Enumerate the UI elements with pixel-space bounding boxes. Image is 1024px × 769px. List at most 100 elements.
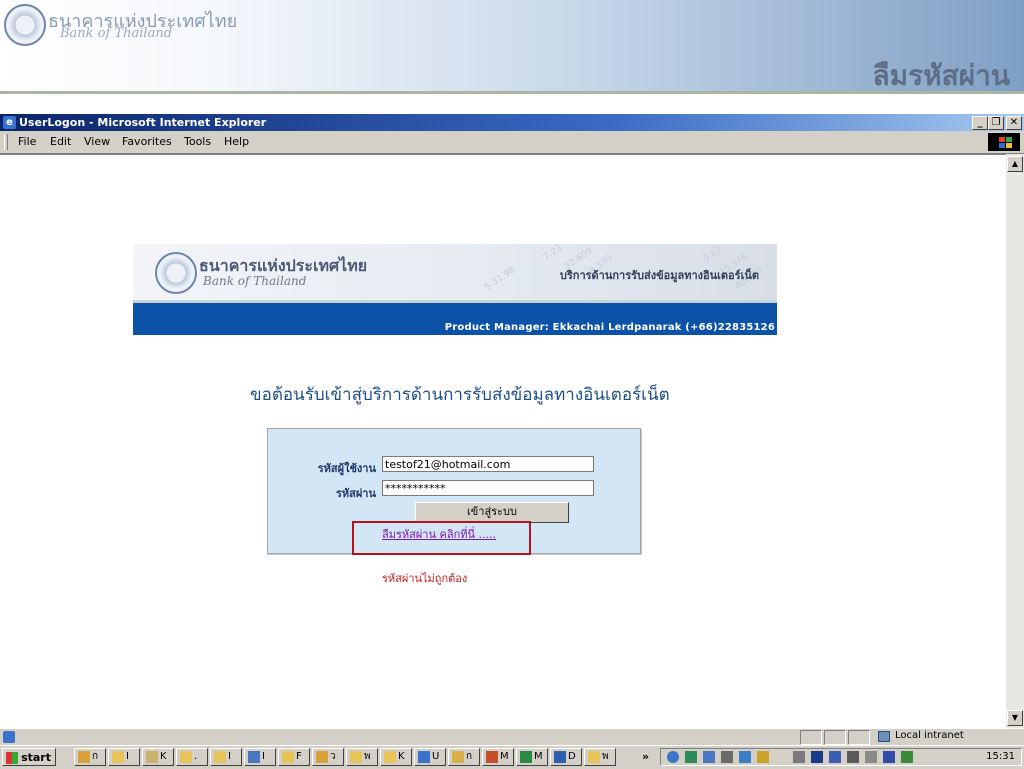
taskbar-button-label: . [194, 751, 198, 762]
app-icon [350, 751, 362, 763]
banner-logo-english: Bank of Thailand [203, 274, 307, 288]
app-icon [214, 751, 226, 763]
security-zone-text: Local intranet [895, 730, 964, 741]
taskbar-button-label: M [534, 751, 543, 762]
menu-help[interactable]: Help [224, 135, 249, 148]
app-tray-icon[interactable] [757, 751, 769, 763]
taskbar-button-label: พ [364, 751, 371, 762]
taskbar-button[interactable]: ว [312, 748, 344, 766]
scroll-down-icon[interactable]: ▼ [1007, 710, 1023, 726]
app-icon [316, 751, 328, 763]
taskbar-button[interactable]: พ [346, 748, 378, 766]
windows-flag-icon [6, 752, 18, 764]
minimize-button[interactable]: _ [972, 116, 988, 130]
taskbar-button-label: ก [466, 751, 473, 762]
menu-favorites[interactable]: Favorites [122, 135, 172, 148]
taskbar-button[interactable]: U [414, 748, 446, 766]
taskbar-button-label: ว [330, 751, 336, 762]
toolbar-grip[interactable] [4, 134, 8, 150]
taskbar: start ก I K. I I F ว พ K U ก M M D พ » 15:31 [0, 745, 1024, 769]
taskbar-overflow-icon[interactable]: » [642, 750, 649, 763]
vertical-scrollbar[interactable]: ▲ ▼ [1006, 154, 1024, 728]
page-status-icon [3, 731, 15, 743]
username-label: รหัสผู้ใช้งาน [317, 462, 376, 475]
taskbar-button-label: I [262, 751, 265, 762]
slide-header: ธนาคารแห่งประเทศไทย Bank of Thailand ลืม… [0, 0, 1024, 94]
page-viewport: ธนาคารแห่งประเทศไทย Bank of Thailand 7.2… [0, 154, 1006, 729]
menu-edit[interactable]: Edit [50, 135, 71, 148]
ie-icon[interactable]: e [3, 116, 16, 129]
decorative-figure: 9.82 [701, 245, 725, 265]
taskbar-button[interactable]: M [516, 748, 548, 766]
status-cell [800, 730, 822, 745]
system-tray: 15:31 [660, 748, 1022, 766]
bank-seal-icon [4, 4, 46, 46]
banner-seal-icon [155, 252, 197, 294]
browser-window: e UserLogon - Microsoft Internet Explore… [0, 114, 1024, 745]
taskbar-clock: 15:31 [986, 751, 1015, 762]
app-icon [146, 751, 158, 763]
taskbar-button-label: I [126, 751, 129, 762]
window-titlebar[interactable]: e UserLogon - Microsoft Internet Explore… [0, 114, 1024, 131]
close-button[interactable]: ✕ [1006, 116, 1022, 130]
taskbar-button-label: พ [602, 751, 609, 762]
taskbar-button[interactable]: F [278, 748, 310, 766]
forgot-link-highlight [352, 521, 531, 555]
app-icon [452, 751, 464, 763]
windows-logo-icon [988, 133, 1020, 151]
start-button[interactable]: start [2, 748, 56, 766]
restore-button[interactable]: ❐ [988, 116, 1004, 130]
banner-top: ธนาคารแห่งประเทศไทย Bank of Thailand 7.2… [133, 243, 777, 300]
window-title: UserLogon - Microsoft Internet Explorer [19, 116, 267, 129]
shield-icon[interactable] [829, 751, 841, 763]
taskbar-button-label: M [500, 751, 509, 762]
taskbar-button-label: I [228, 751, 231, 762]
taskbar-button[interactable]: ก [74, 748, 106, 766]
header-divider [0, 91, 1024, 94]
taskbar-button[interactable]: I [210, 748, 242, 766]
shield-icon[interactable] [883, 751, 895, 763]
taskbar-button[interactable]: K [380, 748, 412, 766]
app-tray-icon[interactable] [703, 751, 715, 763]
decorative-figure: 7.23 [541, 243, 565, 263]
taskbar-button[interactable]: . [176, 748, 208, 766]
app-icon [112, 751, 124, 763]
login-button[interactable]: เข้าสู่ระบบ [415, 502, 569, 523]
service-title: บริการด้านการรับส่งข้อมูลทางอินเตอร์เน็ต [559, 269, 759, 282]
app-icon [486, 751, 498, 763]
app-tray-icon[interactable] [685, 751, 697, 763]
taskbar-button[interactable]: K [142, 748, 174, 766]
welcome-heading: ขอต้อนรับเข้าสู่บริการด้านการรับส่งข้อมู… [250, 385, 670, 405]
menu-tools[interactable]: Tools [184, 135, 211, 148]
app-icon [554, 751, 566, 763]
volume-icon[interactable] [793, 751, 805, 763]
app-tray-icon[interactable] [739, 751, 751, 763]
app-tray-icon[interactable] [901, 751, 913, 763]
username-input[interactable] [382, 456, 594, 472]
app-tray-icon[interactable] [865, 751, 877, 763]
taskbar-button[interactable]: พ [584, 748, 616, 766]
taskbar-button[interactable]: ก [448, 748, 480, 766]
scroll-up-icon[interactable]: ▲ [1007, 156, 1023, 172]
taskbar-button[interactable]: I [108, 748, 140, 766]
taskbar-button[interactable]: M [482, 748, 514, 766]
taskbar-button[interactable]: I [244, 748, 276, 766]
password-input[interactable] [382, 480, 594, 496]
language-icon[interactable] [811, 751, 823, 763]
taskbar-button-label: D [568, 751, 576, 762]
app-icon [418, 751, 430, 763]
header-logo-english: Bank of Thailand [60, 26, 173, 41]
menu-view[interactable]: View [84, 135, 110, 148]
app-icon [520, 751, 532, 763]
taskbar-button[interactable]: D [550, 748, 582, 766]
password-label: รหัสผ่าน [335, 487, 376, 500]
app-tray-icon[interactable] [721, 751, 733, 763]
status-cell [848, 730, 870, 745]
menu-file[interactable]: File [18, 135, 36, 148]
taskbar-button-label: F [296, 751, 302, 762]
app-icon [180, 751, 192, 763]
ie-tray-icon[interactable] [667, 751, 679, 763]
app-icon [384, 751, 396, 763]
taskbar-button-label: U [432, 751, 440, 762]
network-icon[interactable] [847, 751, 859, 763]
